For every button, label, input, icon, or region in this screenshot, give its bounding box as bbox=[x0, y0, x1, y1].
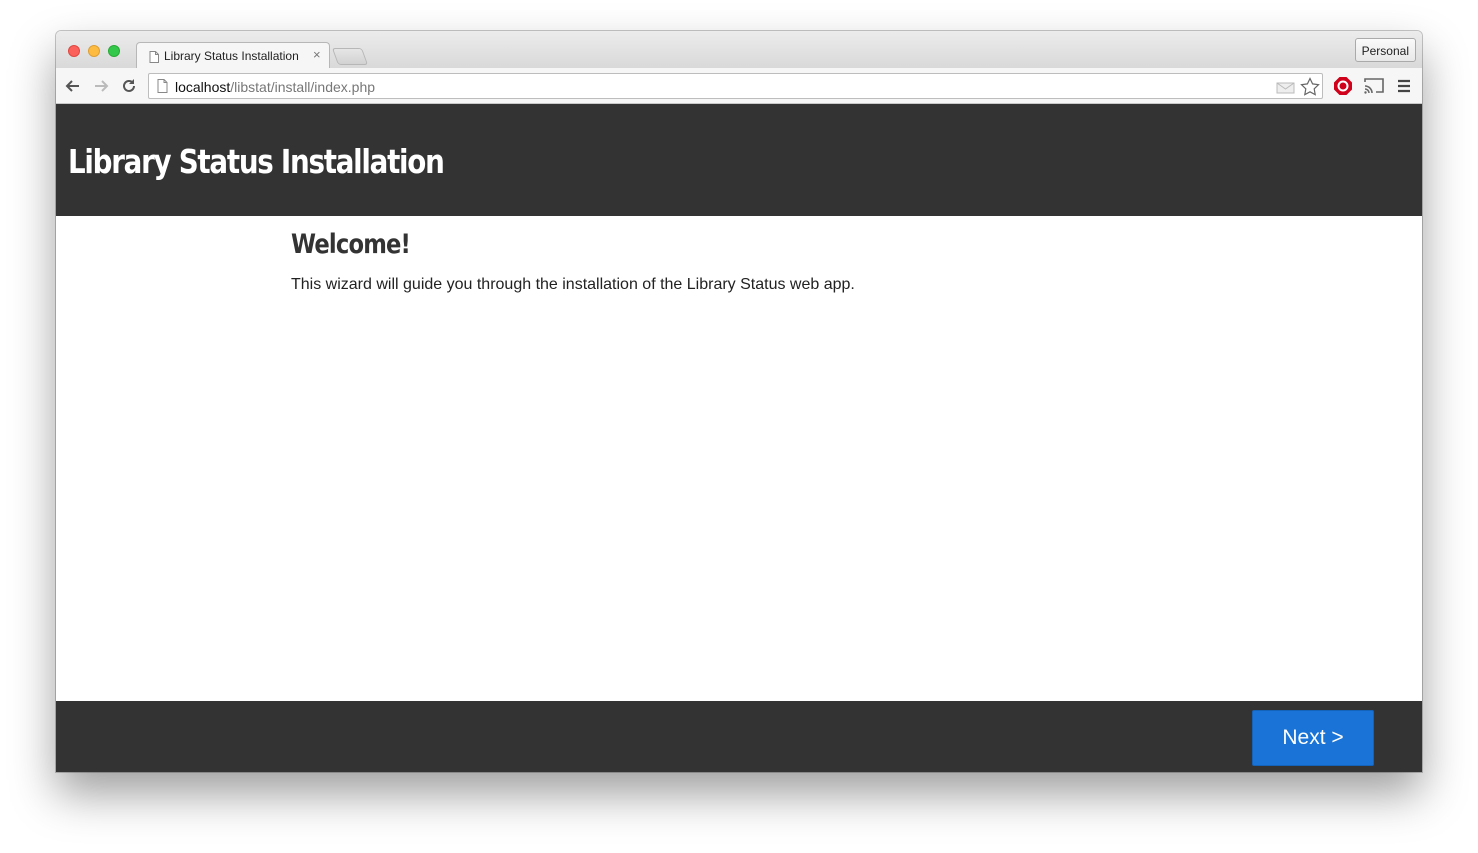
profile-button[interactable]: Personal bbox=[1354, 38, 1416, 62]
page-title: Library Status Installation bbox=[68, 142, 445, 181]
tab-library-status[interactable]: Library Status Installation × bbox=[136, 42, 330, 68]
new-tab-button[interactable] bbox=[331, 48, 369, 65]
mail-icon[interactable] bbox=[1276, 77, 1296, 100]
bookmark-star-icon[interactable] bbox=[1300, 77, 1320, 102]
close-tab-icon[interactable]: × bbox=[313, 47, 321, 62]
url-path: /libstat/install/index.php bbox=[230, 79, 376, 95]
reload-icon[interactable] bbox=[120, 77, 138, 95]
forward-arrow-icon[interactable] bbox=[92, 77, 110, 95]
back-arrow-icon[interactable] bbox=[64, 77, 82, 95]
maximize-window-button[interactable] bbox=[108, 45, 120, 57]
stop-extension-icon[interactable] bbox=[1333, 76, 1352, 95]
page-footer: Next > bbox=[56, 701, 1422, 772]
title-bar: Library Status Installation × Personal bbox=[56, 31, 1422, 68]
menu-icon[interactable] bbox=[1396, 76, 1414, 94]
url-host: localhost bbox=[175, 79, 231, 95]
page-header: Library Status Installation bbox=[56, 104, 1422, 216]
next-button[interactable]: Next > bbox=[1252, 710, 1374, 766]
main-content: Welcome! This wizard will guide you thro… bbox=[291, 229, 855, 293]
address-bar[interactable]: localhost/libstat/install/index.php bbox=[148, 73, 1323, 99]
url-text: localhost/libstat/install/index.php bbox=[175, 79, 375, 95]
cast-icon[interactable] bbox=[1363, 76, 1384, 94]
intro-text: This wizard will guide you through the i… bbox=[291, 276, 855, 293]
document-icon bbox=[149, 50, 159, 68]
browser-toolbar: localhost/libstat/install/index.php bbox=[56, 68, 1422, 104]
close-window-button[interactable] bbox=[68, 45, 80, 57]
browser-window: Library Status Installation × Personal l… bbox=[56, 31, 1422, 772]
tab-title: Library Status Installation bbox=[164, 49, 299, 63]
page-icon bbox=[157, 79, 168, 98]
minimize-window-button[interactable] bbox=[88, 45, 100, 57]
welcome-heading: Welcome! bbox=[291, 229, 411, 260]
